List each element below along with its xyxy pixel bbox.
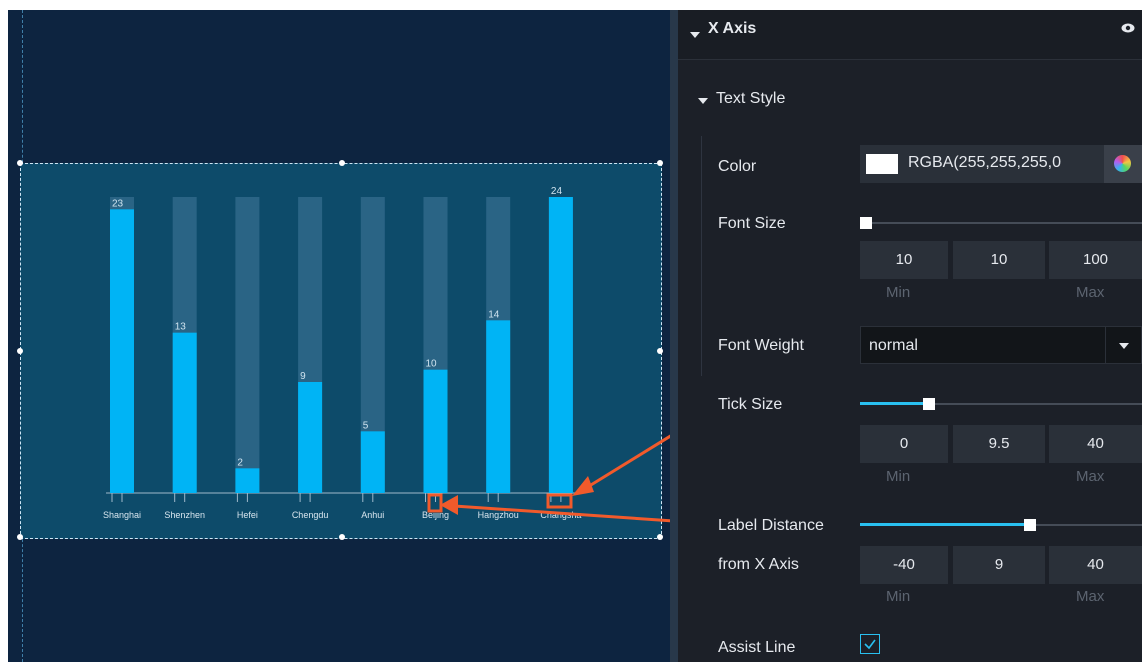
font-weight-value: normal xyxy=(869,337,918,354)
font-size-label: Font Size xyxy=(718,215,786,232)
bar-value-label: 9 xyxy=(300,371,306,382)
label-distance-max-label: Max xyxy=(1076,588,1105,605)
text-style-title: Text Style xyxy=(716,90,786,107)
label-distance-label: Label Distance xyxy=(718,517,824,534)
x-axis-section-header[interactable]: X Axis xyxy=(678,10,1142,60)
bar-value-label: 5 xyxy=(363,420,369,431)
bar-value-label: 24 xyxy=(551,186,563,197)
annotation-arrow xyxy=(585,434,670,490)
x-tick-label: Hangzhou xyxy=(478,510,519,520)
color-label: Color xyxy=(718,158,757,175)
bar-value-label: 14 xyxy=(488,309,500,320)
font-size-min-label: Min xyxy=(886,284,911,301)
color-swatch xyxy=(866,154,898,174)
assist-line-label: Assist Line xyxy=(718,639,796,656)
x-tick-label: Chengdu xyxy=(292,510,329,520)
annotation-arrowhead xyxy=(572,476,594,496)
color-value: RGBA(255,255,255,0 xyxy=(908,154,1061,171)
bar xyxy=(110,209,134,494)
bar-value-label: 10 xyxy=(426,359,438,370)
tick-size-max-field[interactable]: 40 xyxy=(1049,425,1142,463)
label-distance-min-field[interactable]: -40 xyxy=(860,546,948,584)
tick-size-value-field[interactable]: 9.5 xyxy=(953,425,1045,463)
collapse-triangle-icon[interactable] xyxy=(690,32,700,38)
label-distance-slider-knob[interactable] xyxy=(1024,519,1036,531)
label-distance-min-label: Min xyxy=(886,588,911,605)
bar-value-label: 23 xyxy=(112,198,124,209)
tick-size-max-label: Max xyxy=(1076,468,1105,485)
font-size-min-field[interactable]: 10 xyxy=(953,241,1045,279)
font-weight-select[interactable]: normal xyxy=(860,326,1142,364)
x-tick-label: Anhui xyxy=(361,510,384,520)
bar xyxy=(548,197,573,493)
background-bar xyxy=(235,197,260,493)
tick-size-current-field[interactable]: 0 xyxy=(860,425,948,463)
color-wheel-icon[interactable] xyxy=(1104,145,1142,183)
font-size-current-field[interactable]: 10 xyxy=(860,241,948,279)
font-size-slider-knob[interactable] xyxy=(860,217,872,229)
bar-chart: 23 Shanghai 13 Shenzhen 2 Hefei 9 Chengdu 5 Anhui… xyxy=(103,186,670,523)
bar xyxy=(298,382,323,493)
font-size-max-label: Max xyxy=(1076,284,1105,301)
color-field[interactable]: RGBA(255,255,255,0 xyxy=(860,145,1142,183)
bar xyxy=(423,369,448,493)
assist-line-checkbox[interactable] xyxy=(860,634,880,654)
chevron-down-icon[interactable] xyxy=(1119,343,1129,349)
label-distance-label-line2: from X Axis xyxy=(718,556,799,573)
label-distance-value-field[interactable]: 9 xyxy=(953,546,1045,584)
tick-size-min-label: Min xyxy=(886,468,911,485)
font-size-max-field[interactable]: 100 xyxy=(1049,241,1142,279)
panel-divider[interactable] xyxy=(670,10,678,662)
font-weight-label: Font Weight xyxy=(718,337,804,354)
tick-size-label: Tick Size xyxy=(718,396,783,413)
eye-icon[interactable] xyxy=(1121,23,1135,33)
checkmark-icon xyxy=(864,639,876,650)
label-distance-max-field[interactable]: 40 xyxy=(1049,546,1142,584)
bar xyxy=(360,431,385,493)
label-distance-slider-fill xyxy=(860,523,1032,526)
tick-size-slider-fill xyxy=(860,402,926,405)
bar xyxy=(172,332,197,493)
tick-size-slider-knob[interactable] xyxy=(923,398,935,410)
group-line xyxy=(701,136,702,376)
collapse-triangle-icon[interactable] xyxy=(698,98,708,104)
bar-value-label: 13 xyxy=(175,322,187,333)
bar xyxy=(486,320,511,493)
bar xyxy=(235,468,260,493)
bar-value-label: 2 xyxy=(237,457,243,468)
section-title: X Axis xyxy=(708,20,757,37)
properties-panel: X Axis Text Style Color RGBA(255,255,255… xyxy=(678,10,1142,662)
font-size-slider-track[interactable] xyxy=(860,222,1142,224)
x-tick-label: Shenzhen xyxy=(164,510,205,520)
x-tick-label: Shanghai xyxy=(103,510,141,520)
annotation-box xyxy=(546,493,573,509)
x-tick-label: Hefei xyxy=(237,510,258,520)
